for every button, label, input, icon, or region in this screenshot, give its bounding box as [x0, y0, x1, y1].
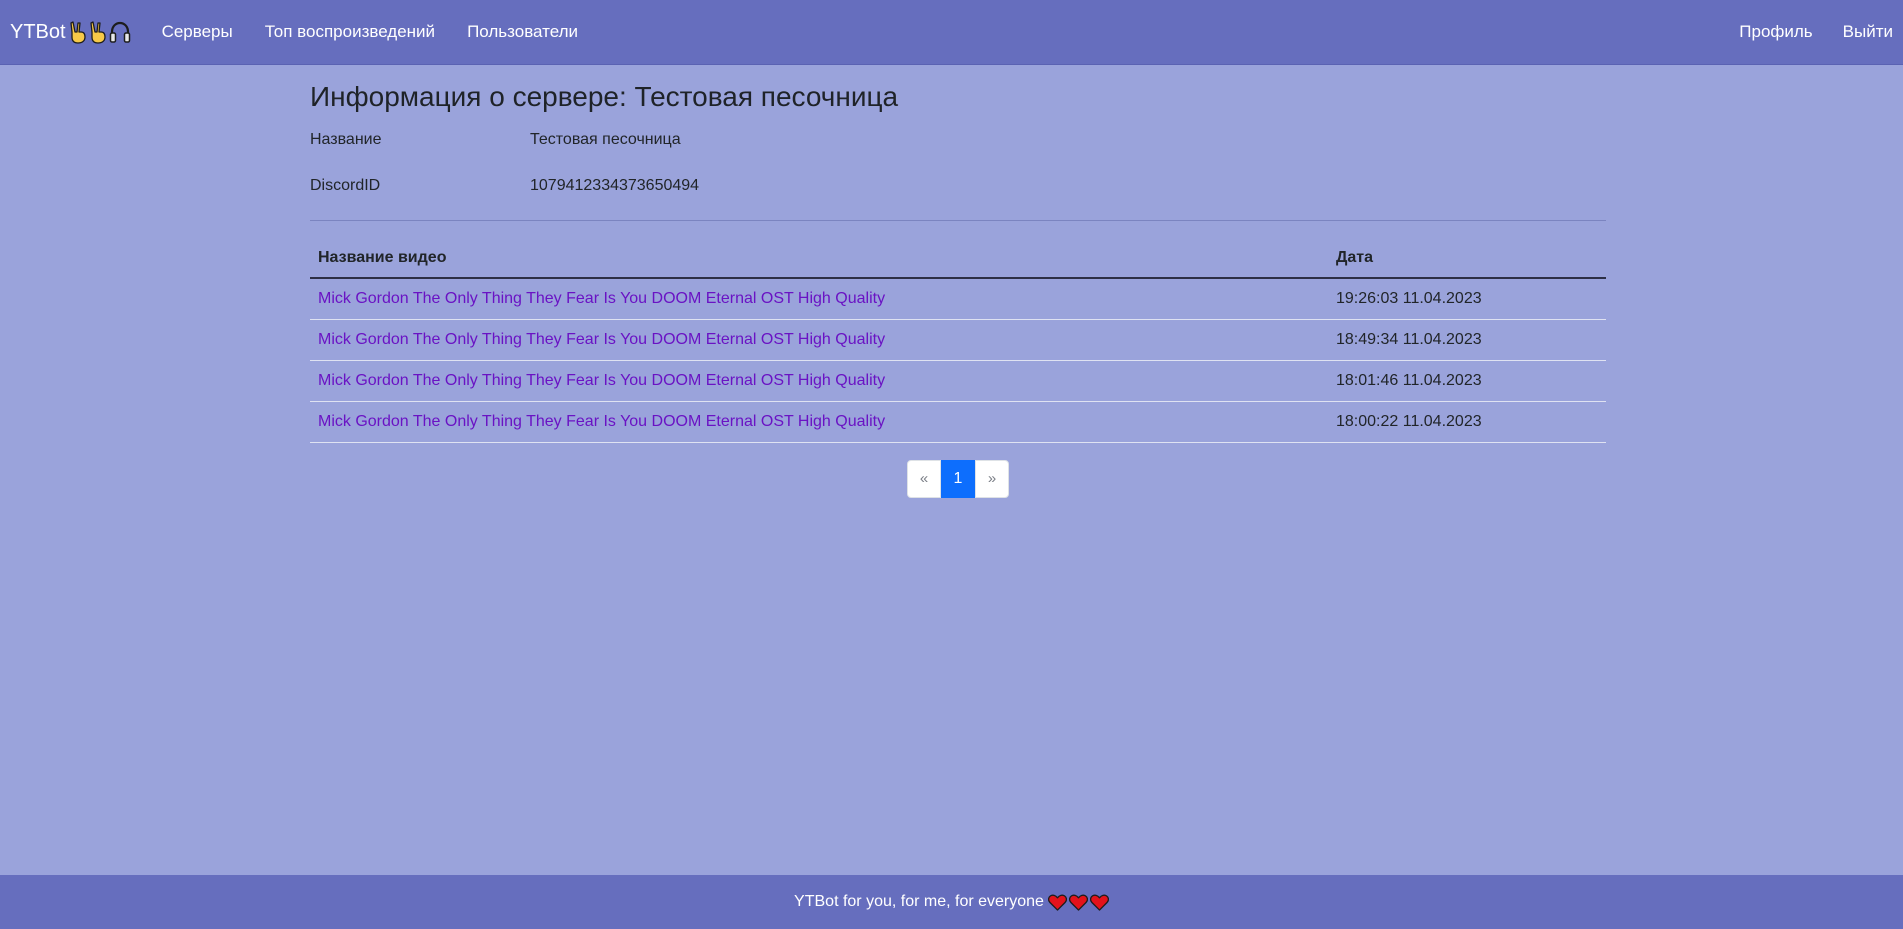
table-row: Mick Gordon The Only Thing They Fear Is …: [310, 401, 1606, 443]
info-label: Название: [310, 131, 382, 148]
column-header-title: Название видео: [310, 238, 1328, 279]
pagination-prev-button[interactable]: «: [907, 459, 941, 498]
navbar: YTBot Серверы Топ воспроизведений Пользо…: [0, 0, 1903, 65]
video-link[interactable]: Mick Gordon The Only Thing They Fear Is …: [318, 372, 885, 389]
victory-hand-icon: [69, 21, 86, 44]
nav-link-profile[interactable]: Профиль: [1739, 22, 1812, 42]
video-link[interactable]: Mick Gordon The Only Thing They Fear Is …: [318, 413, 885, 430]
footer-text: YTBot for you, for me, for everyone: [794, 893, 1044, 910]
nav-links: Серверы Топ воспроизведений Пользователи: [162, 22, 610, 42]
brand-name: YTBot: [10, 20, 66, 43]
headphones-icon: [109, 21, 130, 43]
info-value: Тестовая песочница: [530, 131, 681, 148]
info-row-discord-id: DiscordID 1079412334373650494: [310, 163, 1606, 209]
pagination-next-button[interactable]: »: [975, 459, 1009, 498]
table-row: Mick Gordon The Only Thing They Fear Is …: [310, 360, 1606, 402]
nav-link-top-plays[interactable]: Топ воспроизведений: [265, 22, 435, 42]
play-date: 19:26:03 11.04.2023: [1328, 278, 1606, 320]
nav-link-logout[interactable]: Выйти: [1843, 22, 1893, 42]
table-row: Mick Gordon The Only Thing They Fear Is …: [310, 278, 1606, 320]
table-row: Mick Gordon The Only Thing They Fear Is …: [310, 319, 1606, 361]
play-date: 18:01:46 11.04.2023: [1328, 360, 1606, 402]
page-title: Информация о сервере: Тестовая песочница: [310, 81, 899, 112]
heart-icon: [1089, 894, 1109, 911]
video-link[interactable]: Mick Gordon The Only Thing They Fear Is …: [318, 290, 885, 307]
table-header-row: Название видео Дата: [310, 238, 1606, 279]
pagination-page-1[interactable]: 1: [941, 459, 975, 498]
heart-icon: [1068, 894, 1088, 911]
nav-link-servers[interactable]: Серверы: [162, 22, 233, 42]
footer: YTBot for you, for me, for everyone: [0, 875, 1903, 929]
play-date: 18:00:22 11.04.2023: [1328, 401, 1606, 443]
victory-hand-icon: [89, 21, 106, 44]
pagination: « 1 »: [310, 459, 1606, 498]
brand-link[interactable]: YTBot: [10, 20, 132, 44]
divider: [310, 220, 1606, 221]
main-content: Информация о сервере: Тестовая песочница…: [310, 65, 1606, 498]
info-value: 1079412334373650494: [530, 177, 700, 194]
column-header-date: Дата: [1328, 238, 1606, 279]
nav-link-users[interactable]: Пользователи: [467, 22, 578, 42]
plays-table: Название видео Дата Mick Gordon The Only…: [310, 238, 1606, 443]
info-label: DiscordID: [310, 177, 381, 194]
nav-right: Профиль Выйти: [1709, 22, 1893, 42]
heart-icon: [1047, 894, 1067, 911]
video-link[interactable]: Mick Gordon The Only Thing They Fear Is …: [318, 331, 885, 348]
info-row-name: Название Тестовая песочница: [310, 117, 1606, 163]
play-date: 18:49:34 11.04.2023: [1328, 319, 1606, 361]
